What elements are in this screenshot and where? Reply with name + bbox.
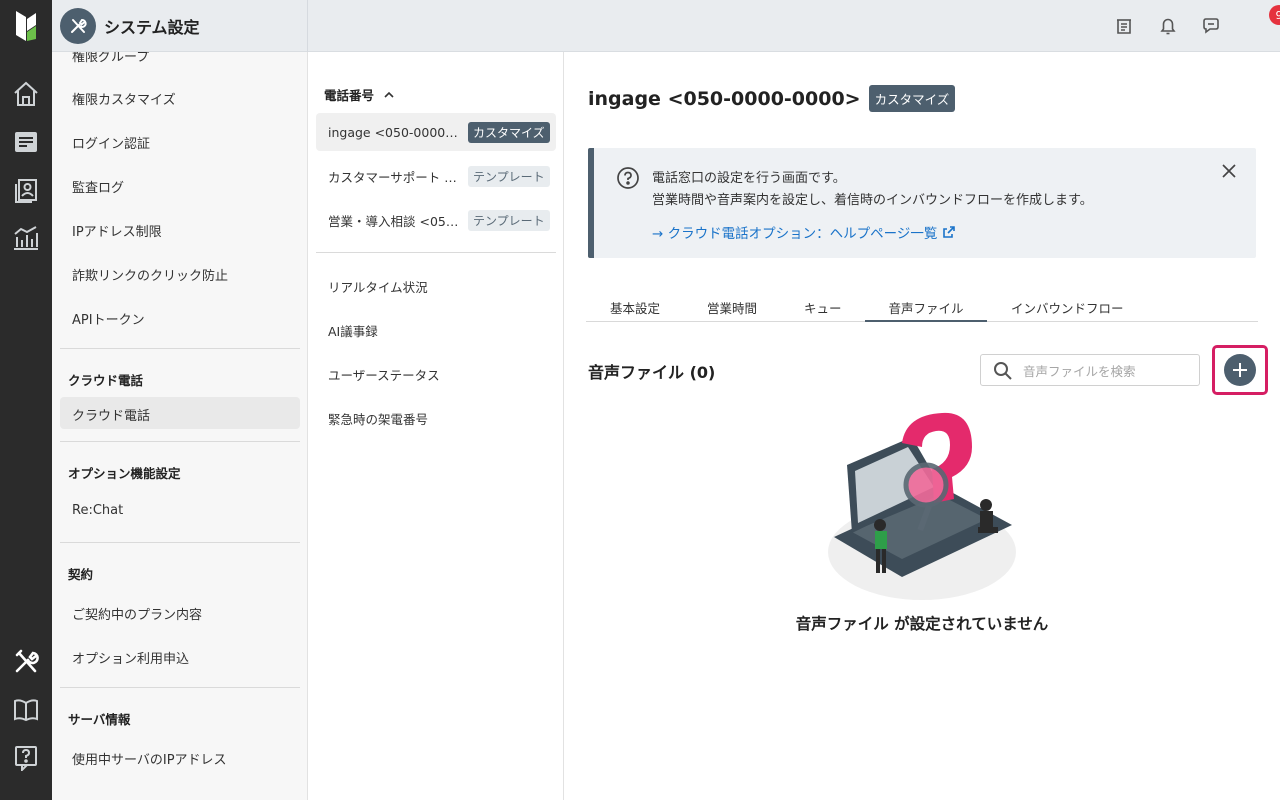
question-circle-icon <box>616 166 640 194</box>
empty-state-message: 音声ファイル が設定されていません <box>795 615 1049 633</box>
bell-icon[interactable] <box>1156 14 1180 38</box>
tab-business-hours[interactable]: 営業時間 <box>707 298 757 317</box>
sidebar-item-plan[interactable]: ご契約中のプラン内容 <box>72 604 202 623</box>
app-logo[interactable] <box>0 0 52 52</box>
phone-list-divider <box>316 252 556 253</box>
phone-list-heading-label: 電話番号 <box>324 88 375 103</box>
audio-search-input[interactable] <box>1023 361 1191 381</box>
sidebar-item-phishing-protection[interactable]: 詐欺リンクのクリック防止 <box>72 265 228 284</box>
sidebar-item-permission-customize[interactable]: 権限カスタマイズ <box>72 89 176 108</box>
user-status-link[interactable]: ユーザーステータス <box>328 365 440 384</box>
header-divider <box>307 0 308 52</box>
sidebar-item-api-token[interactable]: APIトークン <box>72 309 145 328</box>
template-tag: テンプレート <box>468 209 550 231</box>
sidebar-item-rechat[interactable]: Re:Chat <box>72 503 123 518</box>
home-icon[interactable] <box>10 78 42 110</box>
sidebar-item-audit-log[interactable]: 監査ログ <box>72 177 124 196</box>
search-icon <box>993 361 1013 385</box>
announcement-icon[interactable] <box>1112 14 1136 38</box>
audio-search-box <box>980 354 1200 386</box>
tab-queue[interactable]: キュー <box>804 298 842 317</box>
sidebar-item-cloud-phone[interactable]: クラウド電話 <box>72 405 150 424</box>
tools-icon <box>60 8 96 44</box>
settings-sidebar: 権限グループ 権限カスタマイズ ログイン認証 監査ログ IPアドレス制限 詐欺リ… <box>52 52 308 800</box>
sidebar-divider <box>60 687 300 688</box>
sidebar-item-permission-groups[interactable]: 権限グループ <box>72 52 149 65</box>
emergency-number-link[interactable]: 緊急時の架電番号 <box>328 409 428 428</box>
external-link-icon <box>943 226 956 238</box>
realtime-status-link[interactable]: リアルタイム状況 <box>328 277 428 296</box>
sidebar-heading-server: サーバ情報 <box>68 712 131 727</box>
add-button-highlight <box>1212 345 1268 395</box>
phone-list-heading[interactable]: 電話番号 <box>324 85 394 104</box>
tab-audio-files[interactable]: 音声ファイル <box>865 298 987 322</box>
phone-number-name: ingage <050-0000-0000> <box>328 124 462 140</box>
phone-number-item[interactable]: カスタマーサポート <050-0000-0000> テンプレート <box>316 157 556 195</box>
phone-number-item[interactable]: 営業・導入相談 <050-0000-0000> テンプレート <box>316 201 556 239</box>
settings-tools-icon[interactable] <box>10 646 42 678</box>
info-line-2: 営業時間や音声案内を設定し、着信時のインバウンドフローを作成します。 <box>652 193 1093 208</box>
top-bar: システム設定 9 <box>52 0 1280 52</box>
phone-number-name: 営業・導入相談 <050-0000-0000> <box>328 213 462 229</box>
chat-icon[interactable] <box>1200 14 1224 38</box>
help-icon[interactable] <box>10 742 42 774</box>
contacts-icon[interactable] <box>10 174 42 206</box>
sidebar-heading-options: オプション機能設定 <box>68 466 181 481</box>
info-line-1: 電話窓口の設定を行う画面です。 <box>652 171 846 186</box>
analytics-icon[interactable] <box>10 222 42 254</box>
content-header: ingage <050-0000-0000> カスタマイズ <box>588 85 956 112</box>
sidebar-divider <box>60 348 300 349</box>
sidebar-heading-contract: 契約 <box>68 567 94 582</box>
notification-count-badge: 9 <box>1269 5 1280 25</box>
global-nav-rail <box>0 0 52 800</box>
help-page-link[interactable]: → クラウド電話オプション：ヘルプページ一覧 <box>652 222 956 242</box>
phone-number-name: カスタマーサポート <050-0000-0000> <box>328 169 462 185</box>
sidebar-divider <box>60 441 300 442</box>
sidebar-item-login-auth[interactable]: ログイン認証 <box>72 133 150 152</box>
customize-tag: カスタマイズ <box>468 121 550 143</box>
chevron-up-icon <box>384 91 394 98</box>
sidebar-divider <box>60 542 300 543</box>
tab-inbound-flow[interactable]: インバウンドフロー <box>1011 298 1124 317</box>
phone-number-list: 電話番号 ingage <050-0000-0000> カスタマイズ カスタマー… <box>308 52 564 800</box>
main-content: ingage <050-0000-0000> カスタマイズ 電話窓口の設定を行う… <box>564 52 1280 800</box>
manual-book-icon[interactable] <box>10 694 42 726</box>
phone-number-item[interactable]: ingage <050-0000-0000> カスタマイズ <box>316 113 556 151</box>
template-tag: テンプレート <box>468 165 550 187</box>
app-header: システム設定 <box>60 8 200 44</box>
title-customize-tag: カスタマイズ <box>868 85 956 112</box>
info-banner: 電話窓口の設定を行う画面です。 営業時間や音声案内を設定し、着信時のインバウンド… <box>588 148 1256 258</box>
tab-basic-settings[interactable]: 基本設定 <box>610 298 660 317</box>
add-audio-file-button[interactable] <box>1224 354 1256 386</box>
page-title: システム設定 <box>104 18 200 37</box>
help-page-link-label: → クラウド電話オプション：ヘルプページ一覧 <box>652 226 938 242</box>
sidebar-item-server-ip[interactable]: 使用中サーバのIPアドレス <box>72 749 227 768</box>
sidebar-item-option-apply[interactable]: オプション利用申込 <box>72 648 189 667</box>
sidebar-heading-cloud-phone: クラウド電話 <box>68 373 144 388</box>
inbox-icon[interactable] <box>10 126 42 158</box>
ai-minutes-link[interactable]: AI議事録 <box>328 321 378 340</box>
plus-icon <box>1233 363 1247 377</box>
section-title: 音声ファイル (0) <box>588 363 716 382</box>
tab-bar: 基本設定 営業時間 キュー 音声ファイル インバウンドフロー <box>586 292 1258 322</box>
content-title: ingage <050-0000-0000> <box>588 87 861 110</box>
empty-state-illustration <box>822 407 1022 611</box>
sidebar-item-ip-restriction[interactable]: IPアドレス制限 <box>72 221 162 240</box>
close-icon[interactable] <box>1222 164 1236 182</box>
